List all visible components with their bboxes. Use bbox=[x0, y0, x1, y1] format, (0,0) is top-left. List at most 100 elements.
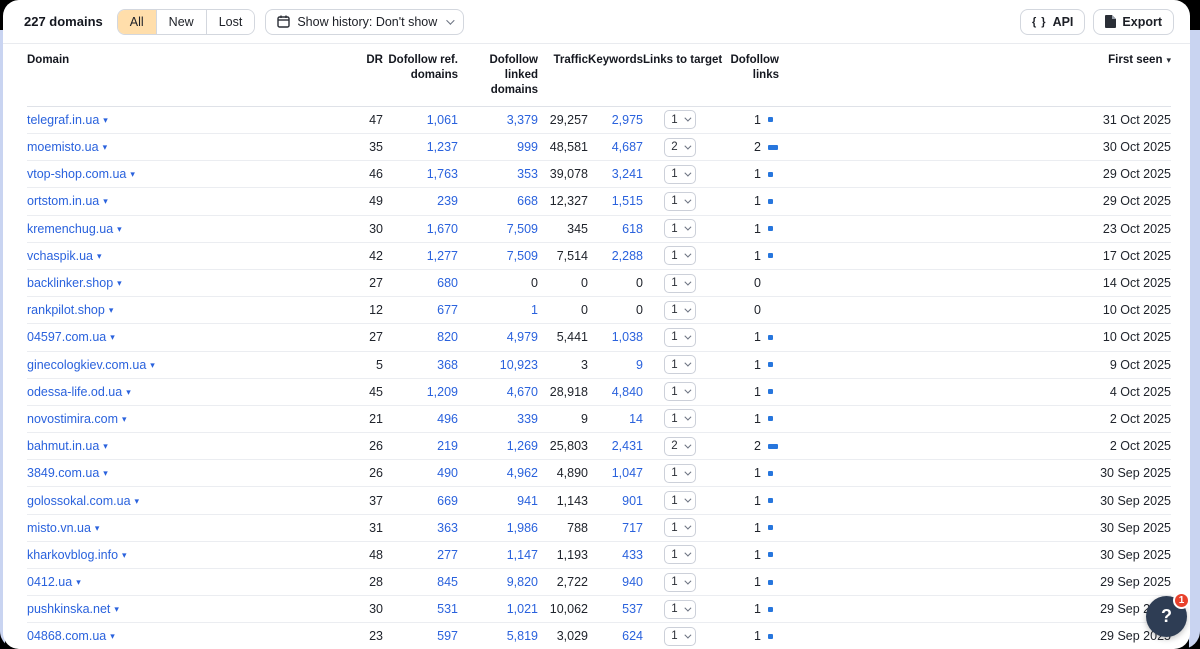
links-to-target-dropdown[interactable]: 1 bbox=[664, 491, 695, 510]
domain-link[interactable]: vchaspik.ua bbox=[27, 249, 93, 263]
domain-link[interactable]: 0412.ua bbox=[27, 575, 72, 589]
keywords-value[interactable]: 537 bbox=[622, 602, 643, 616]
domain-expand-caret-icon[interactable]: ▾ bbox=[103, 115, 108, 125]
ref_domains-value[interactable]: 677 bbox=[437, 303, 458, 317]
domain-link[interactable]: bahmut.in.ua bbox=[27, 439, 99, 453]
links-to-target-dropdown[interactable]: 1 bbox=[664, 110, 695, 129]
links-to-target-dropdown[interactable]: 1 bbox=[664, 545, 695, 564]
domain-expand-caret-icon[interactable]: ▾ bbox=[110, 332, 115, 342]
ref_domains-value[interactable]: 368 bbox=[437, 358, 458, 372]
domain-expand-caret-icon[interactable]: ▾ bbox=[117, 278, 122, 288]
ref_domains-value[interactable]: 1,277 bbox=[427, 249, 458, 263]
keywords-value[interactable]: 2,975 bbox=[612, 113, 643, 127]
domain-expand-caret-icon[interactable]: ▾ bbox=[150, 360, 155, 370]
page-edge-scroll[interactable] bbox=[1189, 30, 1200, 649]
keywords-value[interactable]: 14 bbox=[629, 412, 643, 426]
links-to-target-dropdown[interactable]: 1 bbox=[664, 409, 695, 428]
links-to-target-dropdown[interactable]: 1 bbox=[664, 600, 695, 619]
linked_domains-value[interactable]: 5,819 bbox=[507, 629, 538, 643]
links-to-target-dropdown[interactable]: 1 bbox=[664, 464, 695, 483]
links-to-target-dropdown[interactable]: 2 bbox=[664, 138, 695, 157]
links-to-target-dropdown[interactable]: 1 bbox=[664, 246, 695, 265]
linked_domains-value[interactable]: 7,509 bbox=[507, 222, 538, 236]
linked_domains-value[interactable]: 353 bbox=[517, 167, 538, 181]
column-header-dofollow_links[interactable]: Dofollow links bbox=[717, 44, 779, 106]
keywords-value[interactable]: 618 bbox=[622, 222, 643, 236]
links-to-target-dropdown[interactable]: 1 bbox=[664, 301, 695, 320]
ref_domains-value[interactable]: 1,670 bbox=[427, 222, 458, 236]
column-header-linked_domains[interactable]: Dofollow linked domains bbox=[458, 44, 538, 106]
column-header-dr[interactable]: DR bbox=[337, 44, 383, 106]
domain-expand-caret-icon[interactable]: ▾ bbox=[122, 550, 127, 560]
domain-link[interactable]: 04868.com.ua bbox=[27, 629, 106, 643]
domain-expand-caret-icon[interactable]: ▾ bbox=[117, 224, 122, 234]
tab-new[interactable]: New bbox=[156, 10, 206, 34]
links-to-target-dropdown[interactable]: 1 bbox=[664, 192, 695, 211]
linked_domains-value[interactable]: 4,962 bbox=[507, 466, 538, 480]
ref_domains-value[interactable]: 1,061 bbox=[427, 113, 458, 127]
links-to-target-dropdown[interactable]: 1 bbox=[664, 518, 695, 537]
domain-expand-caret-icon[interactable]: ▾ bbox=[76, 577, 81, 587]
links-to-target-dropdown[interactable]: 2 bbox=[664, 437, 695, 456]
domain-expand-caret-icon[interactable]: ▾ bbox=[135, 496, 140, 506]
linked_domains-value[interactable]: 339 bbox=[517, 412, 538, 426]
domain-expand-caret-icon[interactable]: ▾ bbox=[97, 251, 102, 261]
keywords-value[interactable]: 1,047 bbox=[612, 466, 643, 480]
keywords-value[interactable]: 940 bbox=[622, 575, 643, 589]
ref_domains-value[interactable]: 219 bbox=[437, 439, 458, 453]
domain-link[interactable]: odessa-life.od.ua bbox=[27, 385, 122, 399]
api-button[interactable]: { } API bbox=[1020, 9, 1085, 35]
keywords-value[interactable]: 9 bbox=[636, 358, 643, 372]
domain-link[interactable]: backlinker.shop bbox=[27, 276, 113, 290]
column-header-domain[interactable]: Domain bbox=[27, 44, 337, 106]
show-history-dropdown[interactable]: Show history: Don't show bbox=[265, 9, 464, 35]
domain-link[interactable]: rankpilot.shop bbox=[27, 303, 105, 317]
links-to-target-dropdown[interactable]: 1 bbox=[664, 355, 695, 374]
links-to-target-dropdown[interactable]: 1 bbox=[664, 219, 695, 238]
domain-link[interactable]: misto.vn.ua bbox=[27, 521, 91, 535]
links-to-target-dropdown[interactable]: 1 bbox=[664, 328, 695, 347]
domain-link[interactable]: pushkinska.net bbox=[27, 602, 110, 616]
ref_domains-value[interactable]: 490 bbox=[437, 466, 458, 480]
links-to-target-dropdown[interactable]: 1 bbox=[664, 274, 695, 293]
ref_domains-value[interactable]: 496 bbox=[437, 412, 458, 426]
ref_domains-value[interactable]: 1,763 bbox=[427, 167, 458, 181]
column-header-first_seen[interactable]: First seen▾ bbox=[1061, 44, 1171, 106]
domain-link[interactable]: telegraf.in.ua bbox=[27, 113, 99, 127]
domain-link[interactable]: 3849.com.ua bbox=[27, 466, 99, 480]
help-button[interactable]: ? 1 bbox=[1146, 596, 1187, 637]
ref_domains-value[interactable]: 597 bbox=[437, 629, 458, 643]
linked_domains-value[interactable]: 10,923 bbox=[500, 358, 538, 372]
ref_domains-value[interactable]: 820 bbox=[437, 330, 458, 344]
ref_domains-value[interactable]: 669 bbox=[437, 494, 458, 508]
links-to-target-dropdown[interactable]: 1 bbox=[664, 165, 695, 184]
domain-link[interactable]: ginecologkiev.com.ua bbox=[27, 358, 146, 372]
domain-expand-caret-icon[interactable]: ▾ bbox=[130, 169, 135, 179]
domain-expand-caret-icon[interactable]: ▾ bbox=[122, 414, 127, 424]
ref_domains-value[interactable]: 1,209 bbox=[427, 385, 458, 399]
domain-expand-caret-icon[interactable]: ▾ bbox=[110, 631, 115, 641]
keywords-value[interactable]: 2,288 bbox=[612, 249, 643, 263]
tab-lost[interactable]: Lost bbox=[206, 10, 255, 34]
linked_domains-value[interactable]: 1 bbox=[531, 303, 538, 317]
domain-link[interactable]: golossokal.com.ua bbox=[27, 494, 131, 508]
ref_domains-value[interactable]: 363 bbox=[437, 521, 458, 535]
keywords-value[interactable]: 1,515 bbox=[612, 194, 643, 208]
linked_domains-value[interactable]: 1,986 bbox=[507, 521, 538, 535]
column-header-traffic[interactable]: Traffic bbox=[538, 44, 588, 106]
linked_domains-value[interactable]: 941 bbox=[517, 494, 538, 508]
domain-expand-caret-icon[interactable]: ▾ bbox=[109, 305, 114, 315]
linked_domains-value[interactable]: 9,820 bbox=[507, 575, 538, 589]
domain-expand-caret-icon[interactable]: ▾ bbox=[103, 441, 108, 451]
domain-link[interactable]: kharkovblog.info bbox=[27, 548, 118, 562]
keywords-value[interactable]: 3,241 bbox=[612, 167, 643, 181]
domain-link[interactable]: vtop-shop.com.ua bbox=[27, 167, 126, 181]
tab-all[interactable]: All bbox=[118, 10, 156, 34]
linked_domains-value[interactable]: 7,509 bbox=[507, 249, 538, 263]
keywords-value[interactable]: 4,687 bbox=[612, 140, 643, 154]
linked_domains-value[interactable]: 1,147 bbox=[507, 548, 538, 562]
domain-expand-caret-icon[interactable]: ▾ bbox=[114, 604, 119, 614]
linked_domains-value[interactable]: 1,269 bbox=[507, 439, 538, 453]
linked_domains-value[interactable]: 668 bbox=[517, 194, 538, 208]
column-header-keywords[interactable]: Keywords bbox=[588, 44, 643, 106]
